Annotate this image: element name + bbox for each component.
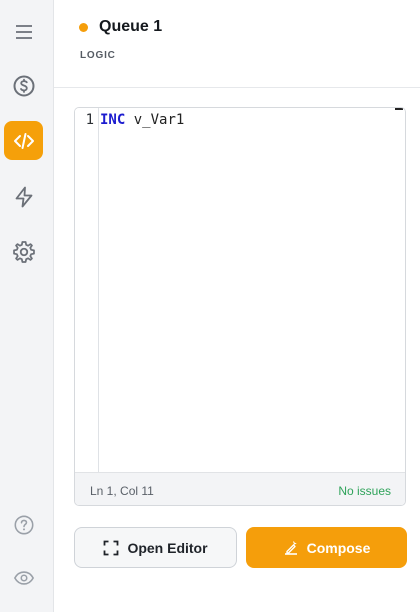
open-editor-label: Open Editor <box>127 539 208 556</box>
triggers-button[interactable] <box>4 177 43 216</box>
preview-button[interactable] <box>4 558 43 597</box>
help-icon <box>14 515 33 534</box>
editor-status-bar: Ln 1, Col 11 No issues <box>75 472 405 505</box>
code-icon <box>13 132 34 149</box>
eye-icon <box>13 570 34 585</box>
settings-button[interactable] <box>4 232 43 271</box>
compose-label: Compose <box>306 539 371 556</box>
issues-status: No issues <box>338 484 391 498</box>
menu-button[interactable] <box>4 12 43 51</box>
compose-button[interactable]: Compose <box>246 527 407 568</box>
lightning-icon <box>15 186 32 207</box>
dollar-icon <box>13 75 34 96</box>
expand-icon <box>103 540 119 556</box>
code-editor[interactable]: 1 INC v_Var1 Ln 1, Col 11 No issues <box>74 107 406 506</box>
help-button[interactable] <box>4 505 43 544</box>
code-text: v_Var1 <box>125 112 185 128</box>
page-subtitle: LOGIC <box>80 50 116 61</box>
code-line[interactable]: INC v_Var1 <box>100 112 184 128</box>
code-keyword: INC <box>100 112 126 128</box>
gear-icon <box>12 240 35 263</box>
panel-header: Queue 1 LOGIC <box>54 0 420 88</box>
cursor-position: Ln 1, Col 11 <box>90 484 154 498</box>
logic-code-button[interactable] <box>4 121 43 160</box>
status-dot <box>79 23 88 32</box>
line-number: 1 <box>85 112 94 128</box>
sidebar-rail <box>0 0 54 612</box>
menu-icon <box>15 24 32 39</box>
scrollbar-marker[interactable] <box>395 108 403 110</box>
open-editor-button[interactable]: Open Editor <box>74 527 237 568</box>
page-title: Queue 1 <box>99 18 163 35</box>
compose-icon <box>283 540 299 556</box>
line-number-gutter: 1 <box>75 108 99 474</box>
billing-button[interactable] <box>4 66 43 105</box>
